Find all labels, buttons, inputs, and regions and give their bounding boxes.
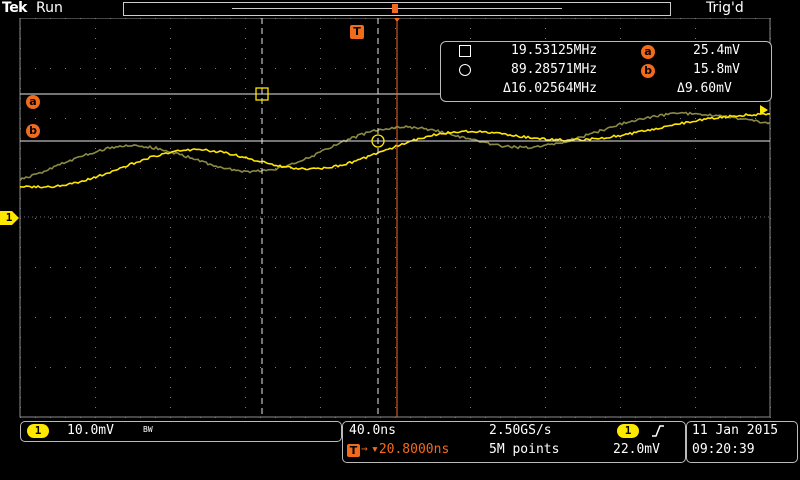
square-cursor-icon: [459, 45, 471, 57]
cursor-a-level: 25.4mV: [693, 43, 740, 58]
rising-edge-icon: [651, 425, 665, 437]
horizontal-trigger-box[interactable]: 40.0ns 2.50GS/s 1 T → ▾20.8000ns 5M poin…: [342, 421, 686, 463]
delta-frequency: Δ16.02564MHz: [503, 81, 597, 96]
trigger-source-badge: 1: [617, 424, 639, 438]
cursor-a-label[interactable]: a: [26, 95, 40, 109]
cursor-b-label[interactable]: b: [26, 124, 40, 138]
cursor2-frequency: 89.28571MHz: [511, 62, 597, 77]
ch1-badge: 1: [27, 424, 49, 438]
brand-logo: Tek: [2, 0, 27, 16]
trigger-state: Trig'd: [706, 0, 744, 16]
trigger-position-t-icon: T: [347, 444, 360, 457]
cursor1-frequency: 19.53125MHz: [511, 43, 597, 58]
ch1-vertical-scale: 10.0mV: [67, 423, 114, 438]
timebase-scale: 40.0ns: [349, 423, 396, 438]
trigger-position: ▾20.8000ns: [371, 442, 449, 457]
delta-level: Δ9.60mV: [677, 81, 732, 96]
top-status-bar: Tek Run Trig'd: [0, 0, 800, 18]
record-view-position-icon: [392, 4, 398, 13]
cursor-b-level: 15.8mV: [693, 62, 740, 77]
sample-rate: 2.50GS/s: [489, 423, 552, 438]
record-view-bar[interactable]: [123, 2, 671, 16]
cursor-readout-panel: 19.53125MHz a 25.4mV 89.28571MHz b 15.8m…: [440, 41, 772, 102]
ch1-scale-box[interactable]: 1 10.0mV BW: [20, 421, 342, 442]
circle-cursor-icon: [459, 64, 471, 76]
trigger-level: 22.0mV: [613, 442, 660, 457]
cursor-b-readout-label: b: [641, 64, 655, 78]
bandwidth-limit-icon: BW: [143, 425, 153, 434]
datetime-box[interactable]: 11 Jan 2015 09:20:39: [686, 421, 798, 463]
date: 11 Jan 2015: [692, 423, 778, 438]
trigger-t-marker[interactable]: T: [350, 25, 364, 39]
ch1-ground-label: 1: [2, 211, 16, 225]
cursor-a-readout-label: a: [641, 45, 655, 59]
time: 09:20:39: [692, 442, 755, 457]
arrow-right-icon: →: [361, 442, 368, 455]
acquisition-state[interactable]: Run: [36, 0, 63, 16]
record-length: 5M points: [489, 442, 559, 457]
